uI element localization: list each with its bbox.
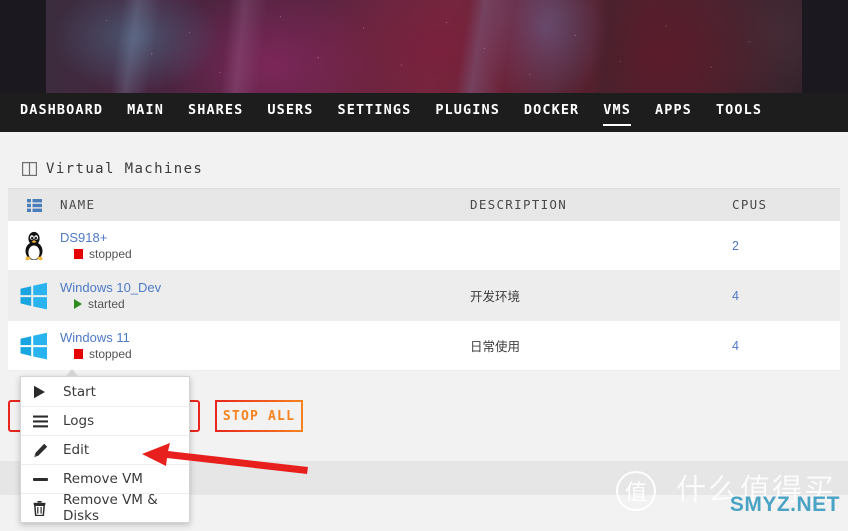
- vm-name-cell: Windows 11 stopped: [60, 330, 470, 361]
- vm-state: stopped: [60, 247, 470, 261]
- nav-item-users[interactable]: USERS: [255, 93, 325, 132]
- main-navigation-bar: DASHBOARD MAIN SHARES USERS SETTINGS PLU…: [0, 93, 848, 132]
- vm-context-menu: Start Logs Edit Remove VM Remove VM & Di…: [20, 369, 190, 524]
- vm-os-icon-cell[interactable]: [8, 282, 60, 310]
- column-header-description[interactable]: DESCRIPTION: [470, 196, 720, 214]
- vm-name-link[interactable]: DS918+: [60, 230, 470, 245]
- context-menu-label: Start: [63, 383, 96, 400]
- column-header-cpus[interactable]: CPUS: [720, 196, 840, 214]
- vm-name-cell: DS918+ stopped: [60, 230, 470, 261]
- nav-item-plugins[interactable]: PLUGINS: [423, 93, 512, 132]
- play-icon: [33, 385, 59, 399]
- table-row[interactable]: Windows 10_Dev started 开发环境 4: [8, 271, 840, 321]
- linux-penguin-icon: [25, 231, 43, 260]
- list-view-icon: [26, 198, 42, 212]
- vm-cpus-cell[interactable]: 4: [720, 289, 840, 303]
- column-header-name[interactable]: NAME: [60, 196, 470, 214]
- stop-all-button[interactable]: STOP ALL: [215, 400, 303, 432]
- vm-state: stopped: [60, 347, 470, 361]
- vm-state: started: [60, 297, 470, 311]
- header-banner: [0, 0, 848, 93]
- table-row[interactable]: Windows 11 stopped 日常使用 4: [8, 321, 840, 371]
- nav-item-main[interactable]: MAIN: [115, 93, 176, 132]
- pencil-icon: [33, 443, 59, 458]
- vm-state-label: started: [88, 297, 125, 311]
- nav-item-apps[interactable]: APPS: [643, 93, 704, 132]
- minus-icon: [33, 473, 59, 486]
- context-menu-label: Logs: [63, 413, 95, 429]
- vm-name-cell: Windows 10_Dev started: [60, 280, 470, 311]
- nav-item-dashboard[interactable]: DASHBOARD: [8, 93, 115, 132]
- unraid-vms-page: DASHBOARD MAIN SHARES USERS SETTINGS PLU…: [0, 0, 848, 531]
- table-header-icon-cell[interactable]: [8, 198, 60, 212]
- context-menu-item-remove-vm[interactable]: Remove VM: [21, 464, 189, 493]
- nav-item-tools[interactable]: TOOLS: [704, 93, 774, 132]
- vm-os-icon-cell[interactable]: [8, 332, 60, 360]
- context-menu-item-edit[interactable]: Edit: [21, 435, 189, 464]
- vm-name-link[interactable]: Windows 11: [60, 330, 470, 345]
- vm-description-cell: 日常使用: [470, 339, 521, 354]
- status-stopped-icon: [74, 249, 83, 259]
- panel-split-icon: [22, 162, 37, 176]
- table-row[interactable]: DS918+ stopped 2: [8, 221, 840, 271]
- context-menu-item-start[interactable]: Start: [21, 377, 189, 406]
- nav-item-shares[interactable]: SHARES: [176, 93, 255, 132]
- vm-name-link[interactable]: Windows 10_Dev: [60, 280, 470, 295]
- banner-artwork-image: [46, 0, 802, 93]
- nav-item-docker[interactable]: DOCKER: [512, 93, 591, 132]
- context-menu-item-remove-vm-and-disks[interactable]: Remove VM & Disks: [21, 492, 189, 524]
- table-header-row: NAME DESCRIPTION CPUS: [8, 188, 840, 221]
- vm-table: NAME DESCRIPTION CPUS DS918+ stopped 2 W…: [8, 188, 840, 371]
- nav-item-vms[interactable]: VMS: [591, 93, 643, 132]
- vm-cpus-cell[interactable]: 2: [720, 239, 840, 253]
- vm-cpus-cell[interactable]: 4: [720, 339, 840, 353]
- page-title: Virtual Machines: [46, 161, 204, 177]
- status-stopped-icon: [74, 349, 83, 359]
- context-menu-label: Remove VM: [63, 471, 143, 487]
- status-started-icon: [74, 299, 82, 309]
- windows-logo-icon: [20, 282, 47, 309]
- vm-os-icon-cell[interactable]: [8, 231, 60, 261]
- vm-description-cell: 开发环境: [470, 289, 521, 304]
- trash-icon: [33, 500, 59, 516]
- vm-state-label: stopped: [89, 347, 132, 361]
- lines-icon: [33, 415, 59, 428]
- watermark-site-text: SMYZ.NET: [729, 493, 840, 516]
- windows-logo-icon: [20, 332, 47, 359]
- context-menu-label: Edit: [63, 442, 90, 458]
- context-menu-label: Remove VM & Disks: [63, 492, 158, 524]
- panel-header: Virtual Machines: [8, 151, 840, 187]
- vm-state-label: stopped: [89, 247, 132, 261]
- nav-item-settings[interactable]: SETTINGS: [326, 93, 424, 132]
- context-menu-item-logs[interactable]: Logs: [21, 406, 189, 435]
